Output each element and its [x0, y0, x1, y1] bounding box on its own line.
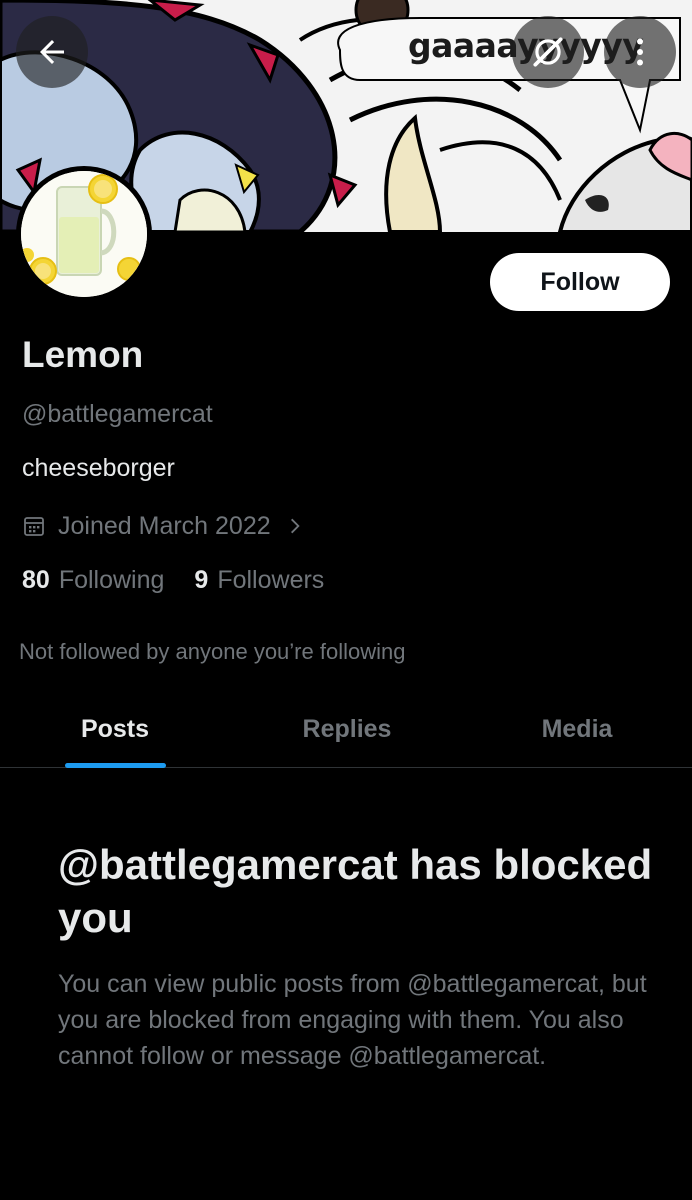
follow-button[interactable]: Follow	[490, 253, 670, 311]
profile-screen: gaaaayyyyyy	[0, 0, 692, 1200]
arrow-left-icon	[40, 40, 64, 64]
joined-label: Joined March 2022	[58, 511, 271, 540]
joined-date[interactable]: Joined March 2022	[22, 509, 305, 543]
tab-media[interactable]: Media	[482, 690, 672, 768]
following-count: 80	[22, 566, 50, 594]
followers-count: 9	[194, 566, 209, 594]
follow-stats: 80 Following 9 Followers	[22, 566, 324, 595]
grok-button[interactable]	[512, 16, 584, 88]
more-vertical-icon	[637, 38, 643, 66]
avatar[interactable]	[16, 166, 152, 302]
lemonade-avatar-image	[21, 171, 147, 297]
grok-slash-icon	[533, 37, 563, 67]
user-handle: @battlegamercat	[22, 400, 213, 428]
profile-tabs: Posts Replies Media	[0, 690, 692, 768]
blocked-message: You can view public posts from @battlega…	[58, 970, 647, 1070]
following-stat[interactable]: 80 Following	[22, 566, 164, 595]
followers-stat[interactable]: 9 Followers	[194, 566, 324, 595]
profile-bio: cheeseborger	[22, 454, 175, 482]
tab-replies[interactable]: Replies	[252, 690, 442, 768]
back-button[interactable]	[16, 16, 88, 88]
tab-posts[interactable]: Posts	[20, 690, 210, 768]
display-name: Lemon	[22, 334, 144, 375]
mutual-followers-note: Not followed by anyone you’re following	[19, 639, 406, 664]
blocked-title: @battlegamercat has blocked you	[58, 841, 653, 941]
following-label: Following	[58, 566, 165, 594]
active-tab-indicator	[65, 763, 166, 768]
more-options-button[interactable]	[604, 16, 676, 88]
chevron-right-icon	[285, 516, 305, 536]
followers-label: Followers	[217, 566, 325, 594]
calendar-icon	[22, 514, 46, 538]
